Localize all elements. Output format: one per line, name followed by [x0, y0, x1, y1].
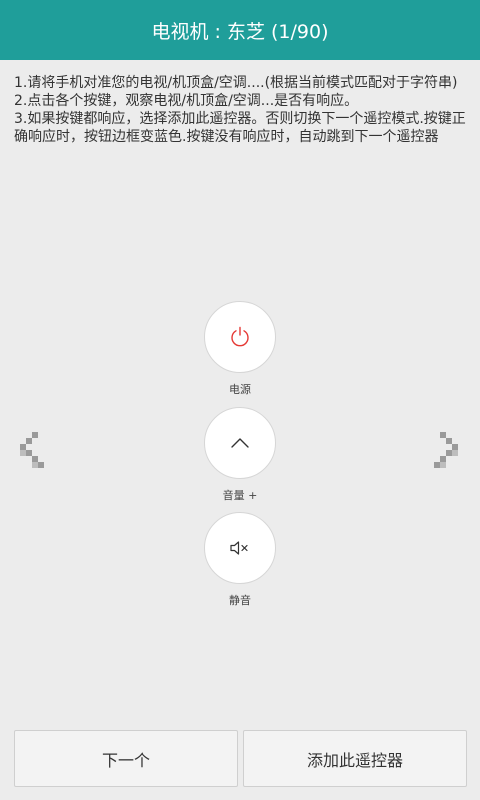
volume-up-label: 音量 + — [222, 489, 258, 502]
instruction-line-2: 2.点击各个按键，观察电视/机顶盒/空调...是否有响应。 — [14, 93, 359, 109]
add-remote-button[interactable]: 添加此遥控器 — [243, 730, 467, 787]
volume-up-button[interactable] — [204, 407, 276, 479]
power-button[interactable] — [204, 301, 276, 373]
volume-up-control: 音量 + — [202, 407, 278, 503]
instruction-line-1: 1.请将手机对准您的电视/机顶盒/空调....(根据当前模式匹配对于字符串) — [14, 75, 458, 91]
power-icon — [231, 326, 249, 347]
next-remote-button[interactable]: 下一个 — [14, 730, 238, 787]
next-remote-arrow-button[interactable] — [434, 432, 460, 474]
page-title: 电视机 : 东芝 (1/90) — [151, 20, 329, 43]
power-control: 电源 — [202, 301, 278, 397]
title-bar: 电视机 : 东芝 (1/90) — [0, 0, 480, 60]
instructions-text: 1.请将手机对准您的电视/机顶盒/空调....(根据当前模式匹配对于字符串) 2… — [14, 74, 466, 146]
mute-button[interactable] — [204, 512, 276, 584]
power-label: 电源 — [229, 383, 251, 396]
mute-label: 静音 — [229, 594, 251, 607]
instruction-line-3: 3.如果按键都响应，选择添加此遥控器。否则切换下一个遥控模式.按键正确响应时，按… — [14, 111, 466, 145]
chevron-right-icon — [434, 432, 458, 468]
previous-remote-button[interactable] — [18, 432, 44, 474]
chevron-left-icon — [20, 432, 44, 468]
mute-icon — [230, 541, 248, 555]
mute-control: 静音 — [202, 512, 278, 608]
chevron-up-icon — [231, 438, 249, 448]
